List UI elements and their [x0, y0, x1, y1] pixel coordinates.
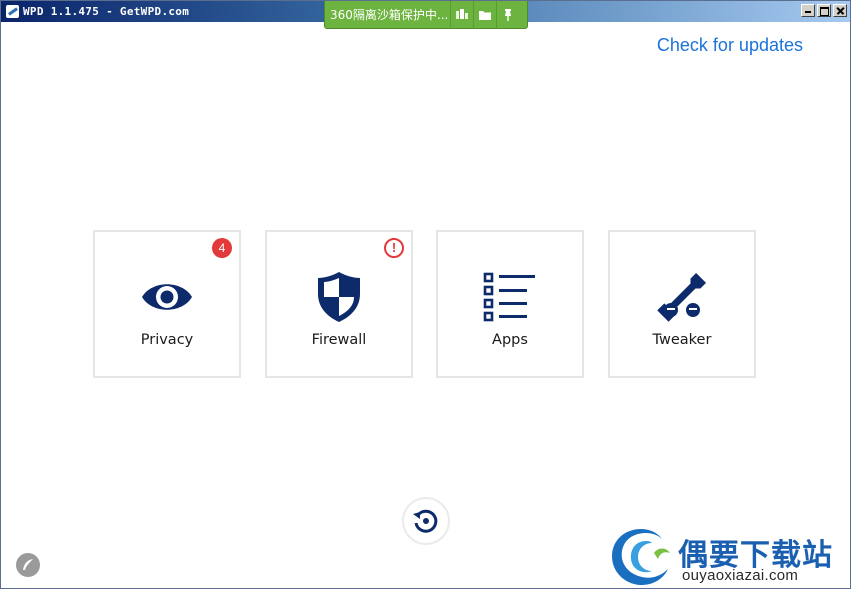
window-controls [799, 4, 847, 17]
list-icon [483, 272, 535, 322]
tile-label-apps: Apps [492, 332, 528, 348]
wpd-feather-icon [6, 5, 19, 18]
minimize-button[interactable] [801, 4, 815, 17]
feather-button[interactable] [16, 553, 40, 577]
tile-label-privacy: Privacy [140, 332, 194, 348]
sandbox-status-text: 360隔离沙箱保护中... [330, 8, 449, 22]
check-for-updates-link[interactable]: Check for updates [657, 35, 803, 56]
tile-tweaker[interactable]: Tweaker [608, 230, 756, 378]
shield-icon [318, 272, 360, 322]
site-logo-icon [612, 529, 670, 585]
privacy-count-badge: 4 [212, 238, 232, 258]
restore-icon [413, 509, 438, 533]
feather-icon [23, 559, 33, 570]
tile-privacy[interactable]: 4 Privacy [93, 230, 241, 378]
close-button[interactable] [833, 4, 847, 17]
folder-icon [479, 10, 491, 20]
watermark-subtitle: ouyaoxiazai.com [682, 567, 799, 584]
firewall-alert-icon: ! [384, 238, 404, 258]
pin-button[interactable] [496, 1, 519, 29]
pin-icon [505, 8, 511, 21]
sandbox-bar: 360隔离沙箱保护中... [324, 1, 528, 29]
restore-button[interactable] [402, 497, 450, 545]
maximize-button[interactable] [817, 4, 831, 17]
eye-icon [142, 284, 192, 310]
tile-label-tweaker: Tweaker [652, 332, 712, 348]
tile-apps[interactable]: Apps [436, 230, 584, 378]
network-plug-icon [456, 8, 468, 19]
wrench-icon [657, 272, 707, 322]
tile-label-firewall: Firewall [311, 332, 367, 348]
tile-firewall[interactable]: ! Firewall [265, 230, 413, 378]
network-plug-button[interactable] [450, 1, 473, 29]
watermark: 偶要下载站 ouyaoxiazai.com [606, 523, 846, 588]
folder-button[interactable] [473, 1, 496, 29]
app-window: WPD 1.1.475 - GetWPD.com 360隔离沙箱保护中... C… [0, 0, 851, 589]
window-title: WPD 1.1.475 - GetWPD.com [23, 5, 190, 18]
